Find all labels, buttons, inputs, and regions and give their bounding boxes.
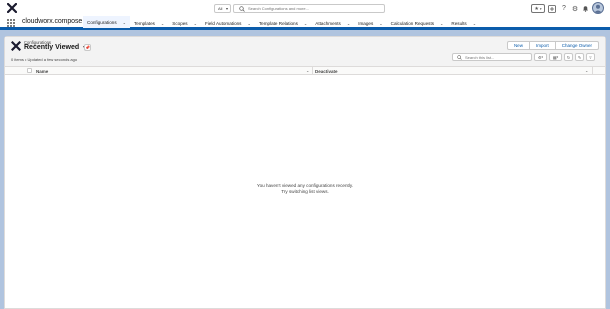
nav-item-field-automations[interactable]: Field Automations ⌄	[201, 16, 255, 30]
favorites-button[interactable]: ★ ▾	[531, 4, 545, 13]
star-icon: ★	[534, 5, 539, 12]
nav-item-label: Attachments	[315, 20, 341, 26]
chevron-down-icon: ▾	[556, 55, 559, 59]
search-scope-label: All	[218, 6, 223, 11]
filter-button[interactable]: ⊽	[586, 53, 595, 61]
nav-item-images[interactable]: Images ⌄	[354, 16, 386, 30]
list-status: 0 items • Updated a few seconds ago	[11, 57, 78, 62]
list-search-input[interactable]	[465, 54, 529, 60]
new-button[interactable]: New	[506, 41, 530, 50]
nav-items: Configurations ⌄ Templates ⌄ Scopes ⌄ Field…	[83, 16, 480, 30]
user-icon	[594, 4, 602, 13]
column-resize-handle[interactable]	[592, 67, 593, 75]
app-launcher-icon[interactable]	[7, 19, 15, 27]
nav-item-label: Configurations	[87, 19, 117, 25]
nav-item-templates[interactable]: Templates ⌄	[130, 16, 168, 30]
filter-icon: ⊽	[589, 54, 592, 60]
nav-item-scopes[interactable]: Scopes ⌄	[168, 16, 201, 30]
chevron-down-icon: ▾	[225, 6, 228, 11]
help-button[interactable]: ?	[560, 4, 568, 13]
global-actions-button[interactable]	[548, 4, 556, 13]
list-view-selector[interactable]: Recently Viewed ▼	[24, 44, 87, 51]
nav-item-label: Calculation Requests	[390, 20, 435, 26]
column-resize-handle[interactable]	[312, 67, 313, 75]
pin-icon: 📌	[85, 45, 90, 50]
display-as-button[interactable]: ▦ ▾	[549, 53, 562, 61]
nav-item-label: Results	[451, 20, 467, 26]
nav-item-label: Images	[358, 20, 374, 26]
column-header-deactivate[interactable]: Deactivate	[315, 67, 338, 75]
chevron-down-icon[interactable]: ⌄	[473, 21, 476, 26]
chevron-down-icon[interactable]: ⌄	[304, 21, 307, 26]
app-logo[interactable]	[7, 3, 17, 13]
empty-state-hint: Try switching list views.	[281, 189, 329, 194]
page-title: Recently Viewed	[24, 44, 80, 51]
chevron-down-icon[interactable]: ⌄	[440, 21, 443, 26]
global-search[interactable]	[233, 4, 385, 13]
refresh-button[interactable]: ↻	[564, 53, 573, 61]
notifications-button[interactable]	[581, 4, 589, 13]
chevron-down-icon[interactable]: ⌄	[585, 68, 588, 73]
list-settings-button[interactable]: ⚙ ▾	[534, 53, 547, 61]
nav-item-configurations[interactable]: Configurations ⌄	[83, 16, 130, 30]
bell-icon	[582, 6, 588, 12]
app-name: cloudworx.compose	[22, 18, 83, 25]
global-search-input[interactable]	[248, 5, 382, 12]
chevron-down-icon: ▾	[539, 6, 542, 11]
table-header: Name ⌄ Deactivate ⌄	[5, 67, 605, 75]
refresh-icon: ↻	[566, 54, 571, 60]
nav-item-label: Field Automations	[204, 20, 242, 26]
chevron-down-icon[interactable]: ⌄	[247, 21, 250, 26]
gear-icon: ⚙	[571, 5, 579, 13]
nav-item-label: Template Relations	[258, 20, 298, 26]
list-view-header: Configurations Recently Viewed ▼ 📌 0 ite…	[5, 37, 605, 67]
select-all-checkbox[interactable]	[27, 68, 32, 73]
chevron-down-icon[interactable]: ⌄	[379, 21, 382, 26]
edit-list-button[interactable]: ✎	[575, 53, 584, 61]
chevron-down-icon[interactable]: ⌄	[161, 21, 164, 26]
search-scope-select[interactable]: All ▾	[214, 4, 231, 13]
chevron-down-icon[interactable]: ⌄	[347, 21, 350, 26]
nav-item-results[interactable]: Results ⌄	[447, 16, 480, 30]
search-icon	[457, 55, 462, 60]
chevron-down-icon[interactable]: ⌄	[306, 68, 309, 73]
navigation-bar: cloudworx.compose Configurations ⌄ Templa…	[0, 16, 610, 30]
nav-item-label: Scopes	[172, 20, 188, 26]
nav-item-label: Templates	[133, 20, 155, 26]
user-avatar[interactable]	[592, 2, 604, 14]
import-button[interactable]: Import	[528, 41, 556, 50]
nav-item-attachments[interactable]: Attachments ⌄	[311, 16, 354, 30]
empty-state: You haven't viewed any configurations re…	[5, 183, 605, 195]
chevron-down-icon[interactable]: ⌄	[123, 20, 126, 25]
change-owner-button[interactable]: Change Owner	[554, 41, 599, 50]
list-actions: New Import Change Owner	[506, 41, 599, 50]
help-icon: ?	[562, 5, 566, 12]
pin-list-button[interactable]: 📌	[84, 44, 91, 51]
list-search[interactable]	[452, 53, 532, 61]
column-header-name[interactable]: Name	[36, 67, 48, 75]
nav-item-calculation-requests[interactable]: Calculation Requests ⌄	[387, 16, 448, 30]
setup-button[interactable]: ⚙	[571, 4, 579, 13]
list-view-card: Configurations Recently Viewed ▼ 📌 0 ite…	[4, 36, 606, 309]
configuration-object-icon	[11, 41, 21, 51]
add-icon	[548, 4, 556, 13]
chevron-down-icon[interactable]: ⌄	[194, 21, 197, 26]
search-icon	[239, 6, 245, 12]
nav-item-template-relations[interactable]: Template Relations ⌄	[255, 16, 311, 30]
chevron-down-icon: ▾	[541, 55, 544, 59]
global-header: All ▾ ★ ▾ ? ⚙	[0, 0, 610, 16]
pencil-icon: ✎	[577, 54, 582, 60]
